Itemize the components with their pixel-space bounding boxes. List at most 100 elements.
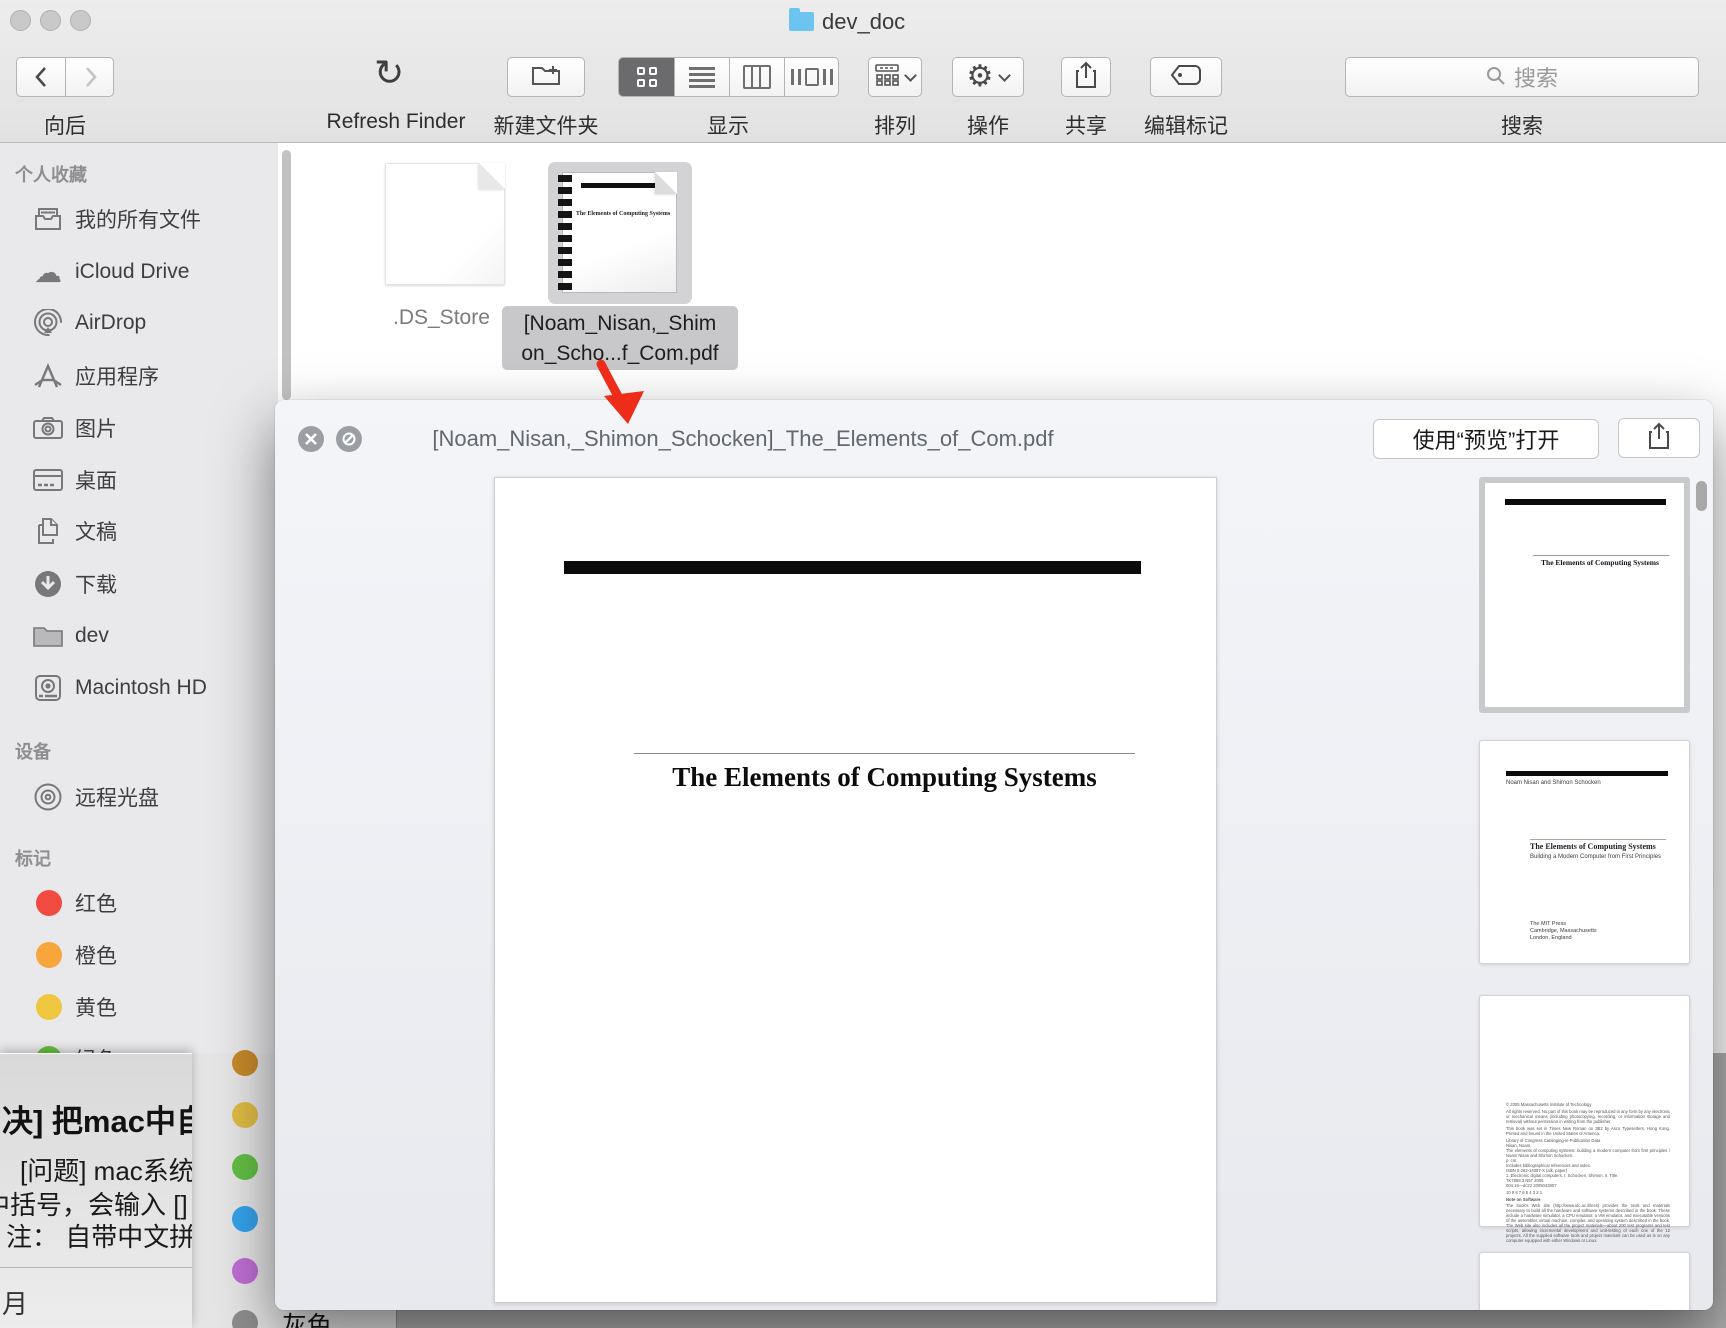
menu-yellow-tag-dot[interactable] xyxy=(232,1102,258,1128)
menu-green-tag-dot[interactable] xyxy=(232,1154,258,1180)
share-button[interactable] xyxy=(1061,57,1111,97)
sidebar-item-macintosh-hd[interactable]: Macintosh HD xyxy=(0,668,278,708)
refresh-icon[interactable]: ↻ xyxy=(374,52,404,94)
pdf-file-icon: The Elements of Computing Systems xyxy=(558,172,677,293)
background-window-footer: 月 xyxy=(2,1289,29,1319)
applications-icon xyxy=(32,360,64,392)
spiral-binding xyxy=(558,175,572,290)
sidebar-section-tags: 标记 xyxy=(15,849,51,869)
sidebar-item-remote-disc[interactable]: 远程光盘 xyxy=(0,777,278,817)
action-label: 操作 xyxy=(967,115,1009,138)
zoom-window-button[interactable] xyxy=(70,10,91,31)
pdf-title-rule xyxy=(564,561,1141,574)
pdf-preview-page[interactable]: The Elements of Computing Systems xyxy=(494,477,1217,1303)
thumb2-title: The Elements of Computing Systems xyxy=(1530,842,1656,851)
thumb2-author: Noam Nisan and Shimon Schocken xyxy=(1506,780,1601,786)
view-coverflow-segment[interactable] xyxy=(784,58,839,96)
arrange-icon xyxy=(875,63,899,91)
pdf-icon-title: The Elements of Computing Systems xyxy=(575,211,671,217)
minimize-window-button[interactable] xyxy=(40,10,61,31)
background-window-line1: [问题] mac系统 xyxy=(20,1156,192,1186)
thumb1-rule xyxy=(1505,499,1666,505)
arrange-button[interactable] xyxy=(868,57,922,97)
view-columns-segment[interactable] xyxy=(729,58,784,96)
new-folder-button[interactable] xyxy=(507,57,585,97)
thumbnail-page-3[interactable]: © 2005 Massachusetts Institute of Techno… xyxy=(1479,995,1690,1243)
menu-purple-tag-dot[interactable] xyxy=(232,1258,258,1284)
list-view-icon xyxy=(689,64,715,91)
view-icons-segment[interactable] xyxy=(619,58,674,96)
ds-store-file-label[interactable]: .DS_Store xyxy=(393,306,490,330)
screen: dev_doc 向后 ↻ Refresh Finder 新建文件夹 显示 排列 … xyxy=(0,0,1726,1328)
sidebar-item-icloud-drive[interactable]: ☁ iCloud Drive xyxy=(0,252,278,292)
thumbnail-page-2[interactable]: Noam Nisan and Shimon Schocken The Eleme… xyxy=(1479,740,1690,964)
view-label: 显示 xyxy=(707,115,749,138)
tag-icon xyxy=(1170,64,1202,91)
share-icon xyxy=(1075,61,1097,94)
all-my-files-icon xyxy=(32,203,64,235)
gear-icon: ⚙ xyxy=(966,60,994,93)
search-toolbar-label: 搜索 xyxy=(1501,115,1543,138)
thumbnail-scrollbar[interactable] xyxy=(1696,481,1707,511)
ds-store-file-icon[interactable] xyxy=(385,163,505,285)
pdf-page-title: The Elements of Computing Systems xyxy=(672,762,1097,792)
sidebar-item-all-my-files[interactable]: 我的所有文件 xyxy=(0,199,278,239)
desktop-icon xyxy=(32,464,64,496)
search-placeholder: 搜索 xyxy=(1513,66,1558,91)
pdf-thin-rule xyxy=(634,753,1135,754)
quicklook-share-button[interactable] xyxy=(1618,418,1700,458)
content-scrollbar[interactable] xyxy=(282,150,291,400)
forward-button[interactable] xyxy=(66,58,115,96)
thumb1-title: The Elements of Computing Systems xyxy=(1541,558,1659,567)
arrange-label: 排列 xyxy=(874,115,916,138)
thumb1-thin-rule xyxy=(1533,555,1669,556)
red-tag-dot xyxy=(36,890,62,916)
folder-icon xyxy=(789,8,814,31)
sidebar-item-downloads[interactable]: 下载 xyxy=(0,564,278,604)
window-title: dev_doc xyxy=(822,9,906,34)
airdrop-icon xyxy=(32,307,64,339)
back-button[interactable] xyxy=(17,58,66,96)
open-with-preview-button[interactable]: 使用“预览”打开 xyxy=(1373,419,1599,459)
folder-sidebar-icon xyxy=(32,620,64,652)
thumbnail-page-4[interactable] xyxy=(1479,1252,1690,1310)
sidebar-item-applications[interactable]: 应用程序 xyxy=(0,356,278,396)
close-window-button[interactable] xyxy=(10,10,31,31)
coverflow-view-icon xyxy=(789,68,835,86)
pdf-icon-rule xyxy=(581,183,661,188)
thumb3-copyright-text: © 2005 Massachusetts Institute of Techno… xyxy=(1506,1102,1670,1243)
quicklook-window: The Elements of Computing Systems The El… xyxy=(275,400,1713,1310)
view-list-segment[interactable] xyxy=(674,58,729,96)
column-view-icon xyxy=(743,65,771,89)
back-forward-group xyxy=(16,57,114,97)
chevron-down-icon xyxy=(998,68,1012,82)
menu-orange-tag-dot[interactable] xyxy=(232,1050,258,1076)
optical-disc-icon xyxy=(32,781,64,813)
divider xyxy=(0,1267,192,1268)
menu-blue-tag-dot[interactable] xyxy=(232,1206,258,1232)
thumbnail-page-1-selected[interactable]: The Elements of Computing Systems xyxy=(1479,477,1690,713)
background-browser-window[interactable]: 决] 把mac中自 [问题] mac系统 中括号，会输入 [] 注： 自带中文拼… xyxy=(0,1053,192,1328)
sidebar-item-tag-yellow[interactable]: 黄色 xyxy=(0,987,278,1027)
pdf-file-selection[interactable]: The Elements of Computing Systems xyxy=(548,162,692,304)
sidebar-item-desktop[interactable]: 桌面 xyxy=(0,460,278,500)
background-window-line3: 注： 自带中文拼 xyxy=(6,1222,192,1252)
sidebar-item-airdrop[interactable]: AirDrop xyxy=(0,303,278,343)
orange-tag-dot xyxy=(36,942,62,968)
background-window-title: 决] 把mac中自 xyxy=(2,1104,192,1139)
edit-tags-button[interactable] xyxy=(1150,57,1222,97)
sidebar-item-documents[interactable]: 文稿 xyxy=(0,511,278,551)
hard-drive-icon xyxy=(32,672,64,704)
sidebar-item-dev[interactable]: dev xyxy=(0,616,278,656)
sidebar-item-tag-red[interactable]: 红色 xyxy=(0,883,278,923)
thumb2-subtitle: Building a Modern Computer from First Pr… xyxy=(1530,854,1662,860)
documents-icon xyxy=(32,515,64,547)
quicklook-title: [Noam_Nisan,_Shimon_Schocken]_The_Elemen… xyxy=(432,426,1054,451)
search-input[interactable]: 搜索 xyxy=(1345,57,1699,97)
thumb2-publisher: The MIT Press Cambridge, Massachusetts L… xyxy=(1530,921,1597,941)
icon-view-icon xyxy=(636,67,657,87)
action-button[interactable]: ⚙ xyxy=(952,57,1024,97)
share-icon xyxy=(1648,422,1670,455)
edit-tags-label: 编辑标记 xyxy=(1144,115,1228,138)
sidebar-item-tag-orange[interactable]: 橙色 xyxy=(0,935,278,975)
